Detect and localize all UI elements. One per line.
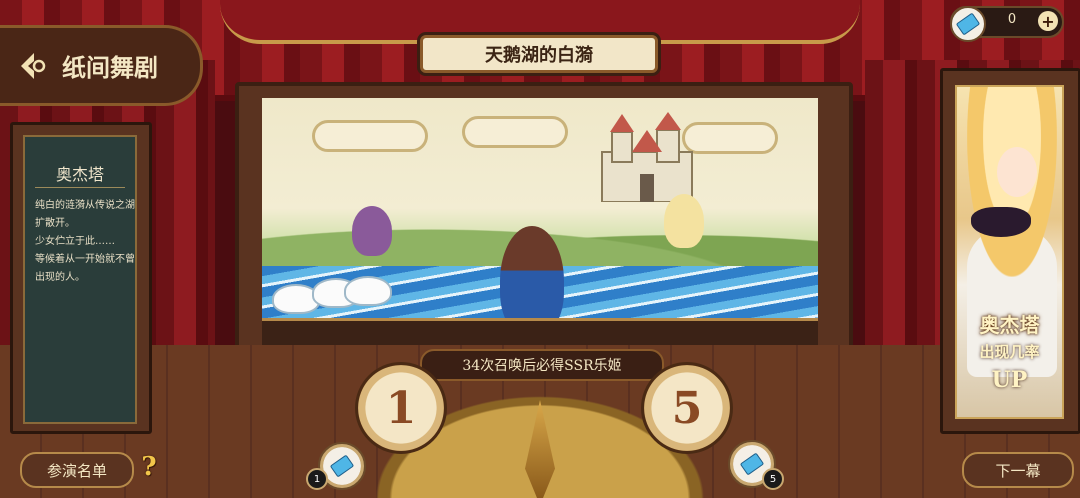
summon-multi-button[interactable]: 5 xyxy=(641,362,733,454)
castle-illustration xyxy=(601,112,693,202)
next-act-button[interactable]: 下一幕 xyxy=(962,452,1074,488)
add-currency-button[interactable]: + xyxy=(1038,11,1058,31)
rate-up-banner[interactable]: 奥杰塔 出现几率 UP xyxy=(940,68,1080,434)
character-info-panel: 奥杰塔 纯白的涟漪从传说之湖 扩散开。 少女伫立于此…… 等候着从一开始就不曾 … xyxy=(10,122,152,434)
menu-title-label: 纸间舞剧 xyxy=(62,53,158,82)
character-description: 纯白的涟漪从传说之湖 扩散开。 少女伫立于此…… 等候着从一开始就不曾 出现的人… xyxy=(35,200,135,283)
stage-railing xyxy=(262,318,818,347)
summon-single-button[interactable]: 1 xyxy=(355,362,447,454)
cloud xyxy=(312,120,428,152)
menu-title-bar[interactable]: 纸间舞剧 xyxy=(0,25,203,106)
help-icon[interactable]: ? xyxy=(134,450,164,484)
character-name: 奥杰塔 xyxy=(55,165,104,184)
ticket-icon xyxy=(950,6,986,42)
portrait-face xyxy=(997,147,1037,197)
rate-up-portrait: 奥杰塔 出现几率 UP xyxy=(955,85,1064,419)
cast-list-button[interactable]: 参演名单 xyxy=(20,452,134,488)
banner-rate-text: 出现几率 xyxy=(979,343,1040,361)
banner-character-name: 奥杰塔 xyxy=(979,313,1040,337)
purple-character-figure xyxy=(352,206,392,256)
pity-notice: 34次召唤后必得SSR乐姬 xyxy=(420,349,664,381)
swan-figure xyxy=(344,276,392,306)
currency-amount: 0 xyxy=(1007,12,1017,27)
portrait-bow xyxy=(971,207,1031,237)
cloud xyxy=(462,116,568,148)
single-cost-badge: 1 xyxy=(306,468,328,490)
divider xyxy=(35,187,125,188)
multi-cost-badge: 5 xyxy=(762,468,784,490)
ticket-icon xyxy=(739,452,765,476)
banner-up-text: UP xyxy=(991,367,1028,393)
stage-scene xyxy=(262,98,818,343)
character-info-board: 奥杰塔 纯白的涟漪从传说之湖 扩散开。 少女伫立于此…… 等候着从一开始就不曾 … xyxy=(23,135,137,424)
ticket-icon xyxy=(329,454,355,478)
stage-title: 天鹅湖的白漪 xyxy=(420,35,658,73)
back-icon[interactable] xyxy=(14,46,54,86)
currency-counter: 0 + xyxy=(950,6,1064,42)
blonde-character-figure xyxy=(664,194,704,248)
